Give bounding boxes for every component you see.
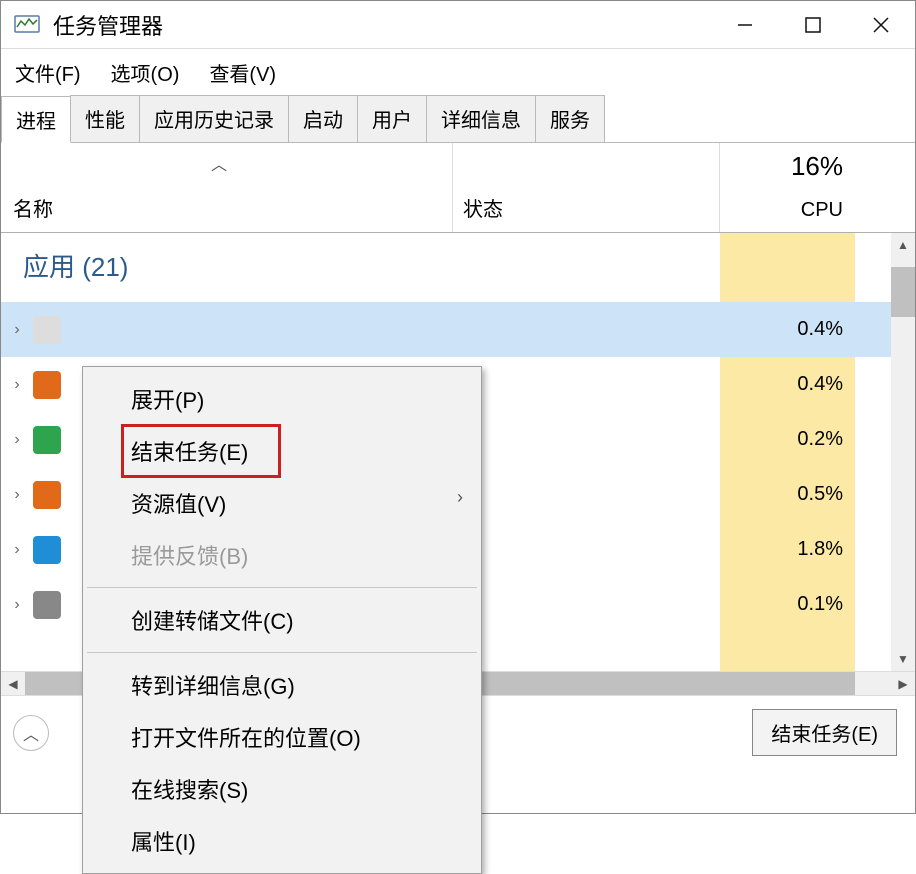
scroll-up-icon[interactable]: ▲ [891,233,915,257]
apps-group-header[interactable]: 应用 (21) [1,233,915,302]
column-name-label: 名称 [13,193,53,222]
scroll-thumb[interactable] [891,267,915,317]
column-headers: ︿ 名称 状态 16% CPU [1,143,915,233]
cpu-cell: 0.4% [720,357,855,412]
process-icon [33,316,61,344]
process-icon [33,591,61,619]
context-menu-item[interactable]: 属性(I) [83,815,481,867]
cpu-cell: 0.4% [720,302,855,357]
end-task-button[interactable]: 结束任务(E) [752,709,897,756]
expand-icon[interactable]: › [1,321,33,339]
context-menu-item[interactable]: 创建转储文件(C) [83,594,481,646]
menu-view[interactable]: 查看(V) [209,58,276,87]
sort-caret-icon: ︿ [211,151,227,175]
minimize-button[interactable] [711,1,779,49]
column-status-label: 状态 [463,193,503,222]
context-menu-item[interactable]: 打开文件所在的位置(O) [83,711,481,763]
process-icon [33,481,61,509]
vertical-scrollbar[interactable]: ▲ ▼ [891,233,915,671]
context-menu-separator [87,652,477,653]
tab-bar: 进程性能应用历史记录启动用户详细信息服务 [1,95,915,143]
process-row[interactable]: › 0.4% [1,302,915,357]
context-menu-item[interactable]: 资源值(V)› [83,477,481,529]
process-icon [33,371,61,399]
expand-icon[interactable]: › [1,596,33,614]
tab-4[interactable]: 用户 [357,95,427,142]
app-icon [13,14,41,36]
context-menu-item[interactable]: 展开(P) [83,373,481,425]
cpu-cell: 0.1% [720,577,855,632]
menu-file[interactable]: 文件(F) [15,58,81,87]
process-icon [33,426,61,454]
cpu-cell: 1.8% [720,522,855,577]
expand-icon[interactable]: › [1,541,33,559]
expand-icon[interactable]: › [1,431,33,449]
context-menu-separator [87,587,477,588]
window-title: 任务管理器 [53,9,711,41]
cpu-cell: 0.2% [720,412,855,467]
window-controls [711,1,915,49]
tab-5[interactable]: 详细信息 [426,95,536,142]
tab-6[interactable]: 服务 [535,95,605,142]
context-menu: 展开(P)结束任务(E)资源值(V)›提供反馈(B) 创建转储文件(C) 转到详细信… [82,366,482,874]
process-icon [33,536,61,564]
cpu-cell: 0.5% [720,467,855,522]
cpu-column-label: CPU [801,199,843,222]
scroll-down-icon[interactable]: ▼ [891,647,915,671]
tab-2[interactable]: 应用历史记录 [139,95,289,142]
close-button[interactable] [847,1,915,49]
scroll-right-icon[interactable]: ▶ [891,672,915,695]
context-menu-item[interactable]: 结束任务(E) [83,425,481,477]
fewer-details-toggle[interactable]: ︿ [13,715,49,751]
scroll-left-icon[interactable]: ◀ [1,672,25,695]
column-name[interactable]: ︿ 名称 [1,143,453,232]
title-bar: 任务管理器 [1,1,915,49]
submenu-arrow-icon: › [457,487,463,508]
column-status[interactable]: 状态 [453,143,720,232]
menu-options[interactable]: 选项(O) [111,58,180,87]
tab-0[interactable]: 进程 [1,96,71,143]
column-cpu[interactable]: 16% CPU [720,143,855,232]
expand-icon[interactable]: › [1,376,33,394]
context-menu-item[interactable]: 在线搜索(S) [83,763,481,815]
cpu-total-value: 16% [791,151,843,182]
menu-bar: 文件(F) 选项(O) 查看(V) [1,49,915,95]
maximize-button[interactable] [779,1,847,49]
tab-1[interactable]: 性能 [70,95,140,142]
context-menu-item: 提供反馈(B) [83,529,481,581]
tab-3[interactable]: 启动 [288,95,358,142]
expand-icon[interactable]: › [1,486,33,504]
context-menu-item[interactable]: 转到详细信息(G) [83,659,481,711]
